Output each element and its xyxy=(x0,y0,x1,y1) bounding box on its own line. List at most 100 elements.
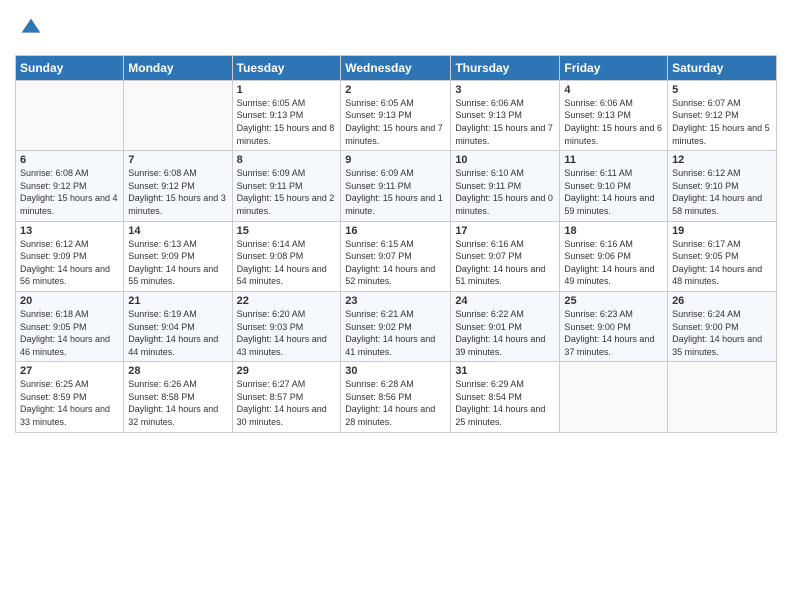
day-info: Sunrise: 6:19 AM Sunset: 9:04 PM Dayligh… xyxy=(128,308,227,358)
day-info: Sunrise: 6:20 AM Sunset: 9:03 PM Dayligh… xyxy=(237,308,337,358)
day-info: Sunrise: 6:17 AM Sunset: 9:05 PM Dayligh… xyxy=(672,238,772,288)
day-number: 1 xyxy=(237,84,337,96)
week-row-1: 1Sunrise: 6:05 AM Sunset: 9:13 PM Daylig… xyxy=(16,80,777,150)
day-info: Sunrise: 6:06 AM Sunset: 9:13 PM Dayligh… xyxy=(564,97,663,147)
day-info: Sunrise: 6:06 AM Sunset: 9:13 PM Dayligh… xyxy=(455,97,555,147)
day-info: Sunrise: 6:23 AM Sunset: 9:00 PM Dayligh… xyxy=(564,308,663,358)
day-info: Sunrise: 6:21 AM Sunset: 9:02 PM Dayligh… xyxy=(345,308,446,358)
day-number: 6 xyxy=(20,154,119,166)
day-info: Sunrise: 6:28 AM Sunset: 8:56 PM Dayligh… xyxy=(345,378,446,428)
logo xyxy=(15,14,45,47)
day-number: 27 xyxy=(20,365,119,377)
day-info: Sunrise: 6:18 AM Sunset: 9:05 PM Dayligh… xyxy=(20,308,119,358)
day-info: Sunrise: 6:09 AM Sunset: 9:11 PM Dayligh… xyxy=(237,167,337,217)
calendar-cell: 15Sunrise: 6:14 AM Sunset: 9:08 PM Dayli… xyxy=(232,221,341,291)
header xyxy=(15,10,777,47)
calendar-cell: 13Sunrise: 6:12 AM Sunset: 9:09 PM Dayli… xyxy=(16,221,124,291)
day-info: Sunrise: 6:22 AM Sunset: 9:01 PM Dayligh… xyxy=(455,308,555,358)
day-number: 18 xyxy=(564,225,663,237)
day-number: 12 xyxy=(672,154,772,166)
day-info: Sunrise: 6:26 AM Sunset: 8:58 PM Dayligh… xyxy=(128,378,227,428)
calendar-cell: 16Sunrise: 6:15 AM Sunset: 9:07 PM Dayli… xyxy=(341,221,451,291)
day-info: Sunrise: 6:12 AM Sunset: 9:09 PM Dayligh… xyxy=(20,238,119,288)
week-row-5: 27Sunrise: 6:25 AM Sunset: 8:59 PM Dayli… xyxy=(16,362,777,432)
day-info: Sunrise: 6:24 AM Sunset: 9:00 PM Dayligh… xyxy=(672,308,772,358)
day-info: Sunrise: 6:16 AM Sunset: 9:07 PM Dayligh… xyxy=(455,238,555,288)
day-number: 2 xyxy=(345,84,446,96)
calendar-cell: 29Sunrise: 6:27 AM Sunset: 8:57 PM Dayli… xyxy=(232,362,341,432)
day-number: 3 xyxy=(455,84,555,96)
page-container: SundayMondayTuesdayWednesdayThursdayFrid… xyxy=(0,0,792,443)
day-info: Sunrise: 6:05 AM Sunset: 9:13 PM Dayligh… xyxy=(345,97,446,147)
calendar-cell: 1Sunrise: 6:05 AM Sunset: 9:13 PM Daylig… xyxy=(232,80,341,150)
calendar-cell: 30Sunrise: 6:28 AM Sunset: 8:56 PM Dayli… xyxy=(341,362,451,432)
calendar-cell xyxy=(124,80,232,150)
calendar-cell: 27Sunrise: 6:25 AM Sunset: 8:59 PM Dayli… xyxy=(16,362,124,432)
day-number: 10 xyxy=(455,154,555,166)
day-info: Sunrise: 6:29 AM Sunset: 8:54 PM Dayligh… xyxy=(455,378,555,428)
weekday-header-row: SundayMondayTuesdayWednesdayThursdayFrid… xyxy=(16,55,777,80)
calendar-cell: 23Sunrise: 6:21 AM Sunset: 9:02 PM Dayli… xyxy=(341,291,451,361)
weekday-saturday: Saturday xyxy=(668,55,777,80)
day-info: Sunrise: 6:16 AM Sunset: 9:06 PM Dayligh… xyxy=(564,238,663,288)
calendar-cell: 26Sunrise: 6:24 AM Sunset: 9:00 PM Dayli… xyxy=(668,291,777,361)
day-info: Sunrise: 6:05 AM Sunset: 9:13 PM Dayligh… xyxy=(237,97,337,147)
day-number: 24 xyxy=(455,295,555,307)
calendar-cell: 9Sunrise: 6:09 AM Sunset: 9:11 PM Daylig… xyxy=(341,151,451,221)
day-number: 19 xyxy=(672,225,772,237)
calendar-cell: 22Sunrise: 6:20 AM Sunset: 9:03 PM Dayli… xyxy=(232,291,341,361)
day-info: Sunrise: 6:08 AM Sunset: 9:12 PM Dayligh… xyxy=(128,167,227,217)
calendar-cell xyxy=(668,362,777,432)
day-info: Sunrise: 6:09 AM Sunset: 9:11 PM Dayligh… xyxy=(345,167,446,217)
day-number: 20 xyxy=(20,295,119,307)
calendar-cell: 5Sunrise: 6:07 AM Sunset: 9:12 PM Daylig… xyxy=(668,80,777,150)
calendar-cell: 3Sunrise: 6:06 AM Sunset: 9:13 PM Daylig… xyxy=(451,80,560,150)
day-number: 22 xyxy=(237,295,337,307)
day-info: Sunrise: 6:10 AM Sunset: 9:11 PM Dayligh… xyxy=(455,167,555,217)
weekday-thursday: Thursday xyxy=(451,55,560,80)
calendar-cell: 21Sunrise: 6:19 AM Sunset: 9:04 PM Dayli… xyxy=(124,291,232,361)
calendar-cell: 12Sunrise: 6:12 AM Sunset: 9:10 PM Dayli… xyxy=(668,151,777,221)
day-number: 13 xyxy=(20,225,119,237)
calendar-cell: 4Sunrise: 6:06 AM Sunset: 9:13 PM Daylig… xyxy=(560,80,668,150)
calendar-cell: 10Sunrise: 6:10 AM Sunset: 9:11 PM Dayli… xyxy=(451,151,560,221)
day-number: 17 xyxy=(455,225,555,237)
week-row-3: 13Sunrise: 6:12 AM Sunset: 9:09 PM Dayli… xyxy=(16,221,777,291)
week-row-2: 6Sunrise: 6:08 AM Sunset: 9:12 PM Daylig… xyxy=(16,151,777,221)
weekday-monday: Monday xyxy=(124,55,232,80)
day-number: 15 xyxy=(237,225,337,237)
calendar-cell: 8Sunrise: 6:09 AM Sunset: 9:11 PM Daylig… xyxy=(232,151,341,221)
day-number: 5 xyxy=(672,84,772,96)
day-info: Sunrise: 6:12 AM Sunset: 9:10 PM Dayligh… xyxy=(672,167,772,217)
day-info: Sunrise: 6:07 AM Sunset: 9:12 PM Dayligh… xyxy=(672,97,772,147)
day-info: Sunrise: 6:08 AM Sunset: 9:12 PM Dayligh… xyxy=(20,167,119,217)
weekday-tuesday: Tuesday xyxy=(232,55,341,80)
calendar-cell: 20Sunrise: 6:18 AM Sunset: 9:05 PM Dayli… xyxy=(16,291,124,361)
calendar-cell: 17Sunrise: 6:16 AM Sunset: 9:07 PM Dayli… xyxy=(451,221,560,291)
calendar-cell: 24Sunrise: 6:22 AM Sunset: 9:01 PM Dayli… xyxy=(451,291,560,361)
calendar-cell: 6Sunrise: 6:08 AM Sunset: 9:12 PM Daylig… xyxy=(16,151,124,221)
calendar-cell: 11Sunrise: 6:11 AM Sunset: 9:10 PM Dayli… xyxy=(560,151,668,221)
day-number: 23 xyxy=(345,295,446,307)
day-number: 8 xyxy=(237,154,337,166)
day-number: 4 xyxy=(564,84,663,96)
calendar-cell: 14Sunrise: 6:13 AM Sunset: 9:09 PM Dayli… xyxy=(124,221,232,291)
calendar-cell xyxy=(16,80,124,150)
day-number: 29 xyxy=(237,365,337,377)
week-row-4: 20Sunrise: 6:18 AM Sunset: 9:05 PM Dayli… xyxy=(16,291,777,361)
weekday-wednesday: Wednesday xyxy=(341,55,451,80)
day-number: 14 xyxy=(128,225,227,237)
day-number: 30 xyxy=(345,365,446,377)
day-number: 7 xyxy=(128,154,227,166)
calendar-cell xyxy=(560,362,668,432)
day-info: Sunrise: 6:15 AM Sunset: 9:07 PM Dayligh… xyxy=(345,238,446,288)
day-info: Sunrise: 6:13 AM Sunset: 9:09 PM Dayligh… xyxy=(128,238,227,288)
weekday-sunday: Sunday xyxy=(16,55,124,80)
day-info: Sunrise: 6:14 AM Sunset: 9:08 PM Dayligh… xyxy=(237,238,337,288)
calendar-cell: 2Sunrise: 6:05 AM Sunset: 9:13 PM Daylig… xyxy=(341,80,451,150)
calendar-cell: 28Sunrise: 6:26 AM Sunset: 8:58 PM Dayli… xyxy=(124,362,232,432)
calendar-cell: 25Sunrise: 6:23 AM Sunset: 9:00 PM Dayli… xyxy=(560,291,668,361)
day-number: 9 xyxy=(345,154,446,166)
calendar-cell: 7Sunrise: 6:08 AM Sunset: 9:12 PM Daylig… xyxy=(124,151,232,221)
day-number: 25 xyxy=(564,295,663,307)
